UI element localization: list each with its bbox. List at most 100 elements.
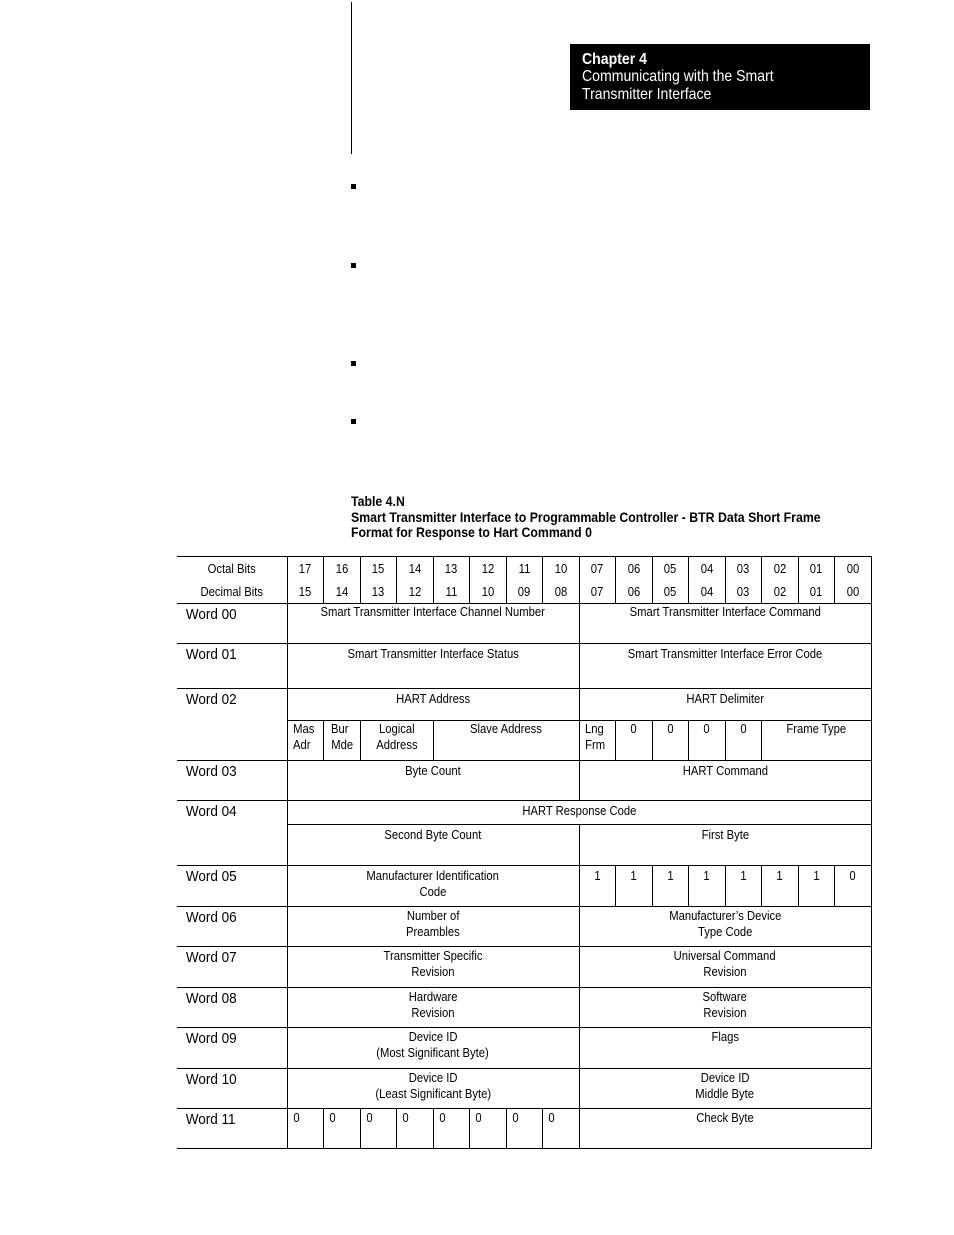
frame-type-field: Frame Type [760,720,872,761]
word-11-row: Word 11 0 0 0 0 0 0 0 0 Check Byte [177,1108,872,1149]
decimal-bit: 13 [359,580,397,604]
octal-bit: 06 [614,556,653,580]
decimal-bits-row: Decimal Bits 15 14 13 12 11 10 09 08 07 … [177,580,872,604]
word-07-high-byte: Transmitter Specific Revision [286,946,580,988]
decimal-bit: 00 [833,580,872,604]
octal-bit: 05 [651,556,689,580]
decimal-bit: 01 [797,580,835,604]
margin-rule [351,2,352,154]
word-label: Word 09 [177,1027,288,1069]
word-03-low-byte: HART Command [578,760,872,801]
octal-bit: 00 [833,556,872,580]
bullet-icon [351,184,356,189]
word-11-bit: 0 [468,1108,507,1149]
word-label: Word 06 [177,906,288,947]
word-05-bit: 1 [797,865,835,907]
word-11-bit: 0 [322,1108,361,1149]
word-label: Word 00 [177,603,288,644]
octal-bit: 04 [687,556,726,580]
word-01-low-byte: Smart Transmitter Interface Error Code [578,643,872,689]
word-02-low-byte: HART Delimiter [578,688,872,721]
octal-bit: 17 [286,556,324,580]
word-11-bit: 0 [395,1108,434,1149]
octal-bit: 11 [505,556,543,580]
word-06-high-byte: Number of Preambles [286,906,580,947]
word-09-low-byte: Flags [578,1027,872,1069]
word-11-low-byte: Check Byte [578,1108,872,1149]
word-05-bit: 1 [578,865,616,907]
word-label: Word 01 [177,643,288,689]
chapter-number: Chapter 4 [582,51,647,68]
word-04-row: Word 04 HART Response Code [177,800,872,866]
octal-bit: 07 [578,556,616,580]
word-05-bit: 0 [833,865,872,907]
octal-bit: 03 [724,556,762,580]
decimal-bits-label: Decimal Bits [177,580,288,604]
bullet-icon [351,361,356,366]
octal-bit: 01 [797,556,835,580]
word-01-row: Word 01 Smart Transmitter Interface Stat… [177,643,872,689]
word-03-high-byte: Byte Count [286,760,580,801]
delimiter-bit: 0 [687,720,726,761]
word-11-bit: 0 [359,1108,397,1149]
word-00-low-byte: Smart Transmitter Interface Command [578,603,872,644]
word-05-row: Word 05 Manufacturer Identification Code … [177,865,872,907]
word-05-bit: 1 [760,865,799,907]
decimal-bit: 06 [614,580,653,604]
word-05-bit: 1 [614,865,653,907]
word-11-bit: 0 [432,1108,470,1149]
chapter-header: Chapter 4 Communicating with the Smart T… [570,44,870,110]
word-08-row: Word 08 Hardware Revision Software Revisio… [177,987,872,1028]
word-02-row: Word 02 HART Address HART Delimiter [177,688,872,761]
logical-address-field: Logical Address [359,720,434,761]
octal-bit: 10 [541,556,580,580]
hart-response-code-field: HART Response Code [286,800,872,825]
table-number: Table 4.N [351,493,405,509]
decimal-bit: 14 [322,580,361,604]
decimal-bit: 10 [468,580,507,604]
word-00-high-byte: Smart Transmitter Interface Channel Numb… [286,603,580,644]
word-00-row: Word 00 Smart Transmitter Interface Chan… [177,603,872,644]
word-06-low-byte: Manufacturer’s Device Type Code [578,906,872,947]
octal-bit: 16 [322,556,361,580]
table-title-line1: Smart Transmitter Interface to Programma… [351,508,821,525]
master-address-bit: Mas Adr [286,720,324,761]
octal-bits-label: Octal Bits [177,556,288,580]
word-07-low-byte: Universal Command Revision [578,946,872,988]
bullet-icon [351,419,356,424]
word-05-bit: 1 [687,865,726,907]
decimal-bit: 09 [505,580,543,604]
word-09-high-byte: Device ID (Most Significant Byte) [286,1027,580,1069]
word-06-row: Word 06 Number of Preambles Manufacturer’… [177,906,872,947]
word-11-bit: 0 [286,1108,324,1149]
word-04-high-byte: Second Byte Count [286,824,580,866]
octal-bit: 12 [468,556,507,580]
decimal-bit: 07 [578,580,616,604]
word-05-bit: 1 [724,865,762,907]
octal-bit: 13 [432,556,470,580]
word-label: Word 02 [177,688,288,761]
word-05-high-byte: Manufacturer Identification Code [286,865,580,907]
delimiter-bit: 0 [651,720,689,761]
decimal-bit: 04 [687,580,726,604]
table-title-line2: Format for Response to Hart Command 0 [351,524,592,540]
octal-bit: 15 [359,556,397,580]
word-04-low-byte: First Byte [578,824,872,866]
word-09-row: Word 09 Device ID (Most Significant Byte)… [177,1027,872,1069]
octal-bits-row: Octal Bits 17 16 15 14 13 12 11 10 07 06… [177,556,872,580]
decimal-bit: 15 [286,580,324,604]
delimiter-bit: 0 [724,720,762,761]
word-label: Word 07 [177,946,288,988]
word-01-high-byte: Smart Transmitter Interface Status [286,643,580,689]
decimal-bit: 11 [432,580,470,604]
word-11-bit: 0 [541,1108,580,1149]
data-format-table: Octal Bits 17 16 15 14 13 12 11 10 07 06… [177,556,872,1149]
decimal-bit: 03 [724,580,762,604]
bullet-icon [351,263,356,268]
chapter-title-line2: Transmitter Interface [582,86,712,103]
decimal-bit: 02 [760,580,799,604]
chapter-title-line1: Communicating with the Smart [582,68,774,85]
slave-address-field: Slave Address [432,720,580,761]
table-caption: Table 4.N Smart Transmitter Interface to… [351,493,821,541]
word-label: Word 11 [177,1108,288,1149]
